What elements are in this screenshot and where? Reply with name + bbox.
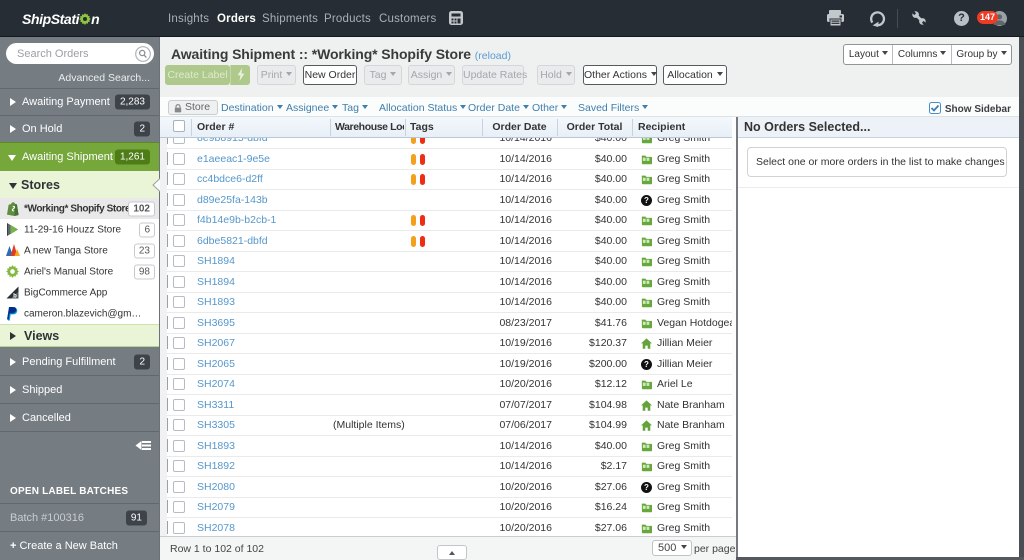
- svg-text:b: b: [13, 293, 17, 298]
- svg-text:?: ?: [644, 483, 649, 492]
- svg-text:?: ?: [644, 360, 649, 369]
- svg-text:?: ?: [644, 196, 649, 205]
